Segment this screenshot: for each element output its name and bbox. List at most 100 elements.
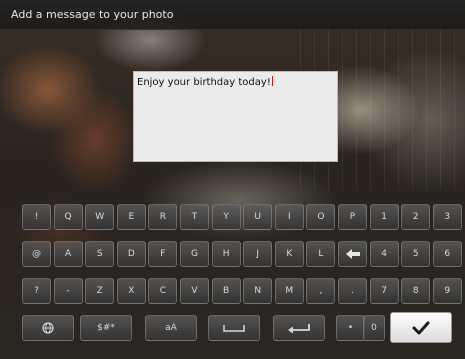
key-1-2[interactable]: S: [85, 241, 115, 267]
key-label: T: [191, 212, 198, 222]
key-label: ,: [319, 286, 323, 296]
title-bar: Add a message to your photo: [0, 0, 465, 30]
key-0-12[interactable]: 2: [401, 204, 431, 230]
key-label: B: [223, 286, 230, 296]
key-label: -: [66, 286, 70, 296]
key-label: L: [318, 249, 324, 259]
case-key-label: aA: [165, 323, 177, 333]
key-label: 4: [381, 249, 387, 259]
key-2-12[interactable]: 8: [401, 278, 431, 304]
key-label: A: [65, 249, 72, 259]
key-2-7[interactable]: N: [243, 278, 273, 304]
key-label: P: [349, 212, 356, 222]
checkmark-icon: [412, 321, 430, 334]
key-0-5[interactable]: T: [180, 204, 209, 230]
key-2-5[interactable]: V: [180, 278, 209, 304]
space-icon: [223, 325, 245, 332]
key-label: Z: [96, 286, 103, 296]
message-text: Enjoy your birthday today!: [137, 77, 271, 88]
key-1-0[interactable]: @: [22, 241, 51, 267]
key-1-13[interactable]: 6: [432, 241, 462, 267]
key-label: I: [287, 212, 291, 222]
key-period[interactable]: •: [336, 315, 365, 341]
enter-key[interactable]: [273, 315, 325, 341]
key-label: K: [286, 249, 293, 259]
key-0-4[interactable]: R: [148, 204, 178, 230]
key-label: Q: [64, 212, 72, 222]
key-label: Y: [223, 212, 229, 222]
key-label: 7: [381, 286, 387, 296]
key-label: R: [159, 212, 167, 222]
photo-frame-screen: Add a message to your photo Enjoy your b…: [0, 0, 465, 359]
message-input[interactable]: Enjoy your birthday today!: [133, 71, 338, 162]
key-2-8[interactable]: M: [274, 278, 304, 304]
key-1-9[interactable]: L: [306, 241, 336, 267]
key-0-11[interactable]: 1: [369, 204, 399, 230]
key-1-4[interactable]: F: [148, 241, 178, 267]
key-1-1[interactable]: A: [53, 241, 83, 267]
key-label: H: [222, 249, 230, 259]
confirm-button[interactable]: [390, 312, 452, 343]
key-2-3[interactable]: X: [116, 278, 146, 304]
key-2-2[interactable]: Z: [85, 278, 115, 304]
key-1-7[interactable]: J: [243, 241, 273, 267]
key-label: J: [256, 249, 260, 259]
page-title: Add a message to your photo: [11, 8, 174, 21]
key-label: 9: [444, 286, 451, 296]
key-label: 8: [412, 286, 419, 296]
key-2-1[interactable]: -: [53, 278, 83, 304]
key-label: @: [32, 249, 41, 259]
key-label: C: [159, 286, 167, 296]
key-0-3[interactable]: E: [116, 204, 146, 230]
key-2-11[interactable]: 7: [369, 278, 399, 304]
on-screen-keyboard: $#* aA • 0 ! Q W E R T Y U I O P 1 2 3 @ A S D F G H J K L 4 5: [16, 195, 462, 345]
key-label: U: [254, 212, 261, 222]
symbols-key[interactable]: $#*: [80, 315, 132, 341]
key-2-9[interactable]: ,: [306, 278, 336, 304]
key-label: S: [96, 249, 103, 259]
key-1-8[interactable]: K: [274, 241, 304, 267]
text-cursor: [271, 76, 273, 86]
key-0-9[interactable]: O: [306, 204, 336, 230]
backspace-key[interactable]: [338, 241, 367, 267]
key-2-6[interactable]: B: [211, 278, 241, 304]
key-1-11[interactable]: 4: [369, 241, 399, 267]
key-label: M: [285, 286, 294, 296]
case-key[interactable]: aA: [145, 315, 197, 341]
key-0-8[interactable]: I: [274, 204, 304, 230]
key-0-13[interactable]: 3: [432, 204, 462, 230]
key-0-label: 0: [371, 323, 377, 333]
key-label: 2: [412, 212, 419, 222]
key-label: E: [128, 212, 135, 222]
enter-icon: [288, 324, 310, 333]
backspace-icon: [345, 249, 360, 259]
key-label: F: [160, 249, 166, 259]
key-1-3[interactable]: D: [116, 241, 146, 267]
key-label: 6: [444, 249, 451, 259]
key-1-12[interactable]: 5: [401, 241, 431, 267]
key-label: G: [191, 249, 198, 259]
key-1-6[interactable]: H: [211, 241, 241, 267]
space-key[interactable]: [208, 315, 260, 341]
key-label: ?: [34, 286, 39, 296]
key-0[interactable]: 0: [363, 315, 385, 341]
key-label: 1: [381, 212, 387, 222]
key-label: W: [95, 212, 105, 222]
key-label: N: [254, 286, 262, 296]
key-2-0[interactable]: ?: [22, 278, 51, 304]
key-label: D: [127, 249, 135, 259]
key-label: 5: [412, 249, 419, 259]
key-2-13[interactable]: 9: [432, 278, 462, 304]
key-0-10[interactable]: P: [338, 204, 367, 230]
key-0-1[interactable]: Q: [53, 204, 83, 230]
key-label: !: [34, 212, 39, 222]
key-0-7[interactable]: U: [243, 204, 273, 230]
language-key[interactable]: [22, 315, 74, 341]
key-0-6[interactable]: Y: [211, 204, 241, 230]
key-label: X: [128, 286, 135, 296]
key-0-2[interactable]: W: [85, 204, 115, 230]
key-2-10[interactable]: .: [338, 278, 367, 304]
key-2-4[interactable]: C: [148, 278, 178, 304]
key-0-0[interactable]: !: [22, 204, 51, 230]
key-1-5[interactable]: G: [180, 241, 209, 267]
